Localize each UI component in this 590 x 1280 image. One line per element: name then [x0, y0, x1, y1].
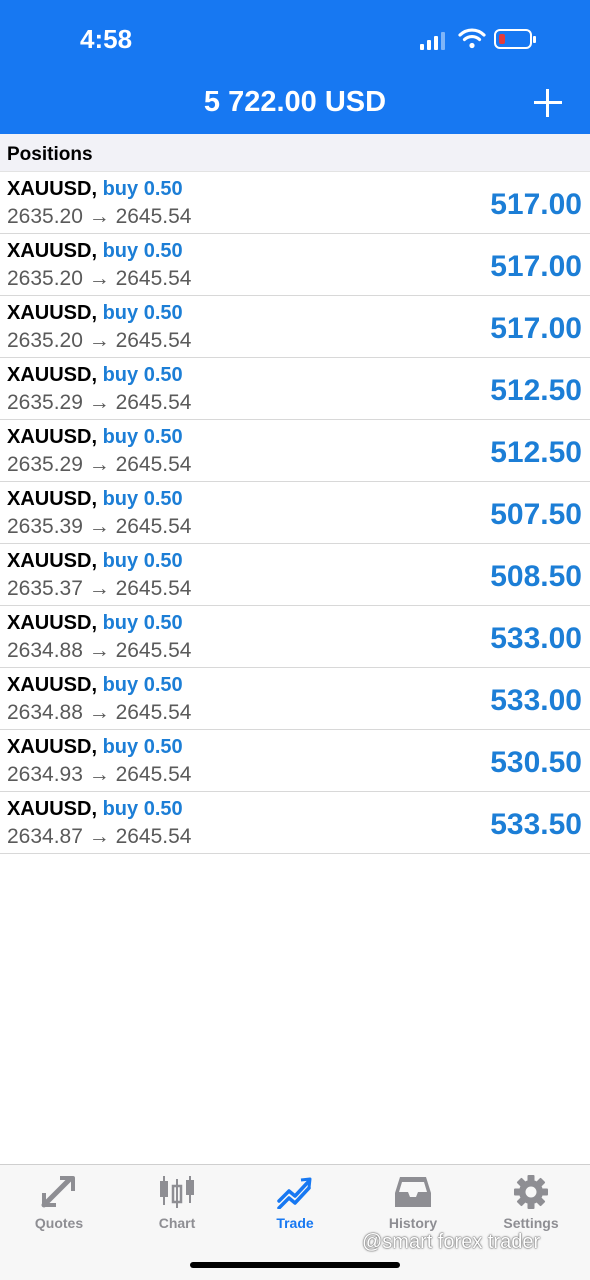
position-symbol: XAUUSD — [7, 302, 92, 324]
tab-quotes[interactable]: Quotes — [0, 1165, 118, 1245]
position-profit: 512.50 — [490, 374, 582, 407]
position-profit: 517.00 — [490, 188, 582, 221]
position-side: buy 0.50 — [102, 240, 183, 262]
position-symbol: XAUUSD — [7, 612, 92, 634]
position-prices: 2635.29 → 2645.54 — [7, 391, 192, 414]
position-symbol: XAUUSD — [7, 426, 92, 448]
position-side: buy 0.50 — [102, 488, 183, 510]
position-prices: 2634.88 → 2645.54 — [7, 639, 192, 662]
position-row[interactable]: XAUUSD, buy 0.50 2635.20 → 2645.54 517.0… — [0, 296, 590, 358]
position-profit: 508.50 — [490, 560, 582, 593]
position-profit: 517.00 — [490, 250, 582, 283]
position-side: buy 0.50 — [102, 612, 183, 634]
tab-label: Chart — [158, 1215, 196, 1231]
position-row[interactable]: XAUUSD, buy 0.50 2634.87 → 2645.54 533.5… — [0, 792, 590, 854]
position-row[interactable]: XAUUSD, buy 0.50 2635.29 → 2645.54 512.5… — [0, 420, 590, 482]
position-row[interactable]: XAUUSD, buy 0.50 2635.39 → 2645.54 507.5… — [0, 482, 590, 544]
wifi-icon — [458, 28, 486, 49]
battery-icon — [494, 29, 536, 49]
tab-label: History — [388, 1215, 438, 1231]
quotes-arrows-icon — [41, 1176, 75, 1208]
tab-label: Quotes — [34, 1215, 84, 1231]
battery-level — [499, 34, 505, 44]
position-prices: 2635.29 → 2645.54 — [7, 453, 192, 476]
position-row[interactable]: XAUUSD, buy 0.50 2635.20 → 2645.54 517.0… — [0, 234, 590, 296]
candlestick-chart-icon — [160, 1176, 194, 1208]
position-row[interactable]: XAUUSD, buy 0.50 2634.88 → 2645.54 533.0… — [0, 606, 590, 668]
account-balance: 5 722.00 USD — [203, 86, 387, 118]
position-prices: 2634.88 → 2645.54 — [7, 701, 192, 724]
position-row[interactable]: XAUUSD, buy 0.50 2634.93 → 2645.54 530.5… — [0, 730, 590, 792]
cellular-signal-icon — [420, 30, 445, 50]
positions-list: XAUUSD, buy 0.50 2635.20 → 2645.54 517.0… — [0, 172, 590, 854]
position-side: buy 0.50 — [102, 302, 183, 324]
position-symbol: XAUUSD — [7, 364, 92, 386]
position-symbol: XAUUSD — [7, 240, 92, 262]
position-side: buy 0.50 — [102, 178, 183, 200]
gear-icon — [514, 1175, 548, 1209]
position-profit: 512.50 — [490, 436, 582, 469]
position-row[interactable]: XAUUSD, buy 0.50 2635.20 → 2645.54 517.0… — [0, 172, 590, 234]
position-profit: 533.50 — [490, 808, 582, 841]
position-side: buy 0.50 — [102, 364, 183, 386]
position-side: buy 0.50 — [102, 736, 183, 758]
home-indicator — [190, 1262, 400, 1268]
tab-label: Settings — [503, 1215, 559, 1231]
position-profit: 517.00 — [490, 312, 582, 345]
trade-trend-icon — [277, 1177, 312, 1209]
watermark-text: @smart forex trader — [362, 1231, 541, 1253]
section-title: Positions — [7, 144, 93, 165]
position-profit: 507.50 — [490, 498, 582, 531]
position-prices: 2635.20 → 2645.54 — [7, 267, 192, 290]
status-time: 4:58 — [80, 24, 133, 54]
position-prices: 2635.39 → 2645.54 — [7, 515, 192, 538]
position-row[interactable]: XAUUSD, buy 0.50 2635.29 → 2645.54 512.5… — [0, 358, 590, 420]
position-symbol: XAUUSD — [7, 736, 92, 758]
add-order-button[interactable] — [533, 88, 563, 118]
position-symbol: XAUUSD — [7, 674, 92, 696]
position-side: buy 0.50 — [102, 798, 183, 820]
position-profit: 533.00 — [490, 622, 582, 655]
position-prices: 2635.20 → 2645.54 — [7, 205, 192, 228]
position-symbol: XAUUSD — [7, 798, 92, 820]
tab-label: Trade — [276, 1215, 314, 1231]
app-header: 4:58 5 722.00 USD — [0, 0, 590, 134]
position-prices: 2635.20 → 2645.54 — [7, 329, 192, 352]
history-tray-icon — [395, 1177, 431, 1207]
position-prices: 2634.93 → 2645.54 — [7, 763, 192, 786]
position-profit: 530.50 — [490, 746, 582, 779]
position-symbol: XAUUSD — [7, 550, 92, 572]
position-prices: 2635.37 → 2645.54 — [7, 577, 192, 600]
position-prices: 2634.87 → 2645.54 — [7, 825, 192, 848]
tab-trade[interactable]: Trade — [236, 1165, 354, 1245]
tab-chart[interactable]: Chart — [118, 1165, 236, 1245]
positions-section-header: Positions — [0, 134, 590, 172]
position-symbol: XAUUSD — [7, 488, 92, 510]
position-side: buy 0.50 — [102, 426, 183, 448]
position-side: buy 0.50 — [102, 674, 183, 696]
position-side: buy 0.50 — [102, 550, 183, 572]
position-row[interactable]: XAUUSD, buy 0.50 2635.37 → 2645.54 508.5… — [0, 544, 590, 606]
position-symbol: XAUUSD — [7, 178, 92, 200]
position-row[interactable]: XAUUSD, buy 0.50 2634.88 → 2645.54 533.0… — [0, 668, 590, 730]
position-profit: 533.00 — [490, 684, 582, 717]
